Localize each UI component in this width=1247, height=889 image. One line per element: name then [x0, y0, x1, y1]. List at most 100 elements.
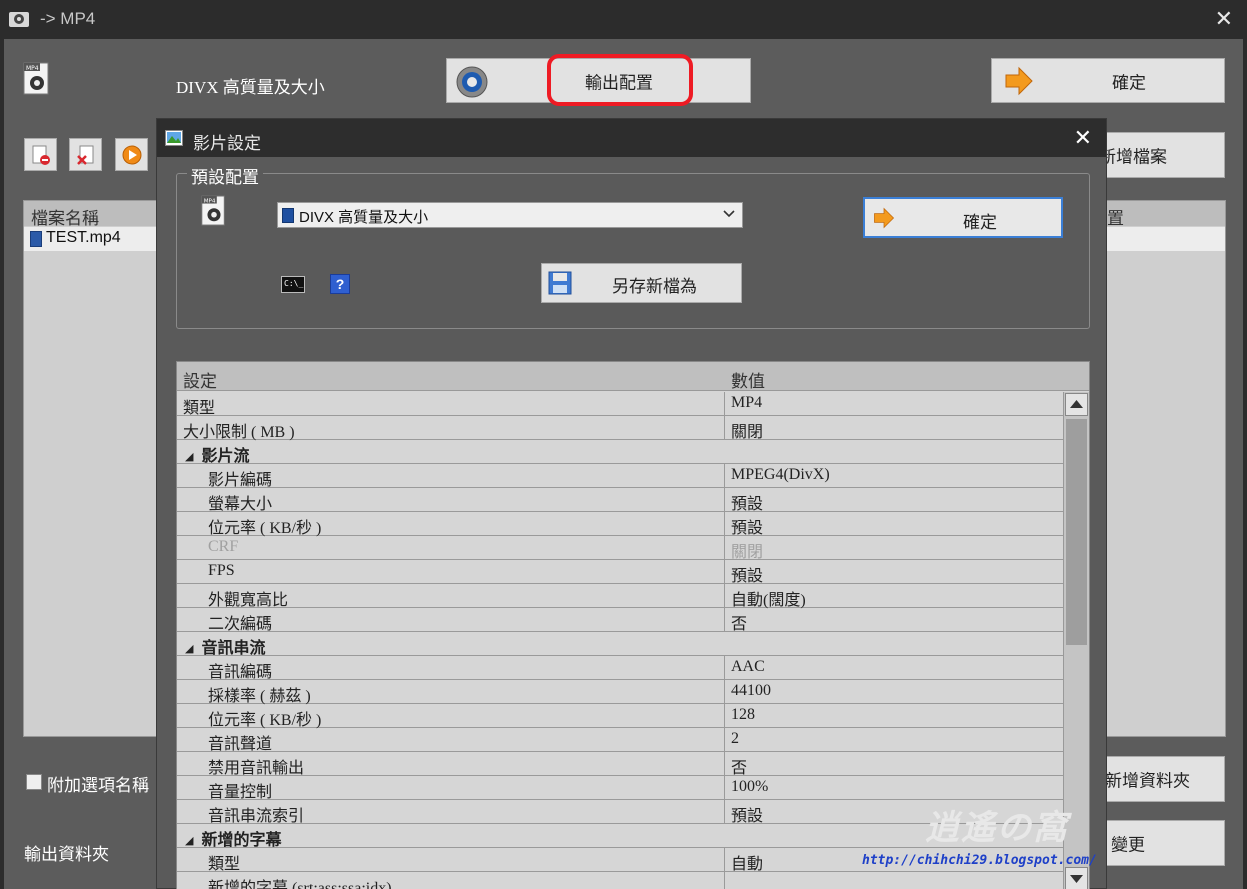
preset-group-label: 預設配置	[187, 163, 263, 188]
start-button[interactable]	[115, 138, 148, 171]
property-row[interactable]: 新增的字幕 (srt;ass;ssa;idx)	[177, 872, 1063, 889]
remove-button[interactable]	[24, 138, 57, 171]
watermark-logo: 逍遙の窩	[925, 809, 1069, 847]
property-section-row[interactable]: ◢ 音訊串流	[177, 632, 1063, 658]
property-value[interactable]: 44100	[731, 682, 771, 700]
property-row[interactable]: 2 音訊聲道	[177, 728, 1063, 753]
property-value[interactable]: MPEG4(DivX)	[731, 466, 830, 484]
property-name: CRF	[208, 538, 239, 555]
property-value[interactable]: AAC	[731, 658, 765, 676]
column-divider	[724, 872, 725, 889]
property-row[interactable]: MPEG4(DivX) 影片編碼	[177, 464, 1063, 489]
orange-arrow-icon	[874, 207, 895, 229]
command-line-icon[interactable]: C:\_	[281, 276, 305, 293]
dialog-close-icon[interactable]: ✕	[1074, 125, 1092, 151]
collapse-triangle-icon[interactable]: ◢	[185, 451, 193, 463]
app-icon	[9, 12, 29, 27]
property-value[interactable]: 自動(闊度)	[731, 586, 806, 610]
chevron-down-icon	[723, 210, 735, 218]
scroll-up-button[interactable]	[1065, 393, 1088, 416]
property-row[interactable]: 自動(闊度) 外觀寬高比	[177, 584, 1063, 610]
property-row[interactable]: 關閉 CRF	[177, 536, 1063, 562]
property-row[interactable]: 128 位元率 ( KB/秒 )	[177, 704, 1063, 729]
column-divider	[724, 848, 725, 872]
scroll-down-button[interactable]	[1065, 867, 1088, 889]
clear-list-button[interactable]	[69, 138, 102, 171]
append-option-label: 附加選項名稱	[47, 776, 149, 795]
property-value[interactable]: 預設	[731, 490, 763, 514]
property-row[interactable]: 預設 FPS	[177, 560, 1063, 586]
file-icon	[30, 231, 42, 247]
main-confirm-button[interactable]: 確定	[991, 58, 1225, 103]
dialog-confirm-button[interactable]: 確定	[863, 197, 1063, 238]
property-row[interactable]: 關閉 大小限制 ( MB )	[177, 416, 1063, 442]
orange-arrow-icon	[1005, 66, 1033, 96]
property-row[interactable]: 100% 音量控制	[177, 776, 1063, 801]
column-divider	[724, 584, 725, 608]
section-name: ◢ 新增的字幕	[185, 826, 281, 850]
property-name: 禁用音訊輸出	[208, 760, 305, 777]
red-highlight-annotation	[547, 54, 693, 106]
column-divider	[724, 464, 725, 488]
file-name-column-header[interactable]: 檔案名稱	[31, 204, 99, 229]
property-value[interactable]: 100%	[731, 778, 768, 796]
picture-icon	[165, 130, 183, 146]
property-value[interactable]: MP4	[731, 394, 762, 412]
add-file-button[interactable]: 新增檔案	[1090, 132, 1225, 178]
property-value[interactable]: 關閉	[731, 418, 763, 442]
main-titlebar: -> MP4 ✕	[0, 0, 1247, 39]
window-edge-right	[1243, 39, 1247, 889]
collapse-triangle-icon[interactable]: ◢	[185, 835, 193, 847]
add-folder-button[interactable]: 新增資料夾	[1090, 756, 1225, 802]
property-value[interactable]: 關閉	[731, 538, 763, 562]
property-row[interactable]: AAC 音訊編碼	[177, 656, 1063, 681]
collapse-triangle-icon[interactable]: ◢	[185, 643, 193, 655]
property-row[interactable]: 預設 位元率 ( KB/秒 )	[177, 512, 1063, 538]
window-close-icon[interactable]: ✕	[1215, 6, 1233, 32]
file-name: TEST.mp4	[46, 229, 121, 246]
column-divider	[724, 392, 725, 416]
property-name: 位元率 ( KB/秒 )	[208, 520, 322, 537]
property-value[interactable]: 預設	[731, 562, 763, 586]
dialog-confirm-label: 確定	[963, 213, 997, 232]
add-folder-label: 新增資料夾	[1105, 771, 1190, 791]
property-name: 音訊編碼	[208, 664, 273, 681]
property-name: 音訊串流索引	[208, 808, 305, 825]
mp4-format-icon: MP4	[23, 62, 49, 95]
property-name: 類型	[183, 400, 216, 417]
film-icon	[282, 208, 294, 223]
property-row[interactable]: 預設 螢幕大小	[177, 488, 1063, 514]
change-folder-label: 變更	[1111, 835, 1145, 855]
property-value[interactable]: 否	[731, 610, 747, 634]
property-name: 大小限制 ( MB )	[183, 424, 295, 441]
property-section-row[interactable]: ◢ 影片流	[177, 440, 1063, 465]
property-row[interactable]: MP4 類型	[177, 392, 1063, 417]
property-value[interactable]: 預設	[731, 802, 763, 826]
property-row[interactable]: 44100 採樣率 ( 赫茲 )	[177, 680, 1063, 705]
svg-text:MP4: MP4	[26, 65, 39, 72]
column-divider	[724, 704, 725, 728]
property-value[interactable]: 否	[731, 754, 747, 778]
property-row[interactable]: 否 禁用音訊輸出	[177, 752, 1063, 778]
append-option-checkbox[interactable]	[26, 774, 42, 790]
property-name: 二次編碼	[208, 616, 273, 633]
property-row[interactable]: 否 二次編碼	[177, 608, 1063, 634]
watermark-url: http://chihchi29.blogspot.com/	[862, 853, 1097, 868]
save-as-button[interactable]: 另存新檔為	[541, 263, 742, 303]
output-column-header[interactable]: 置	[1107, 204, 1124, 229]
output-folder-label: 輸出資料夾	[24, 845, 109, 864]
property-value[interactable]: 2	[731, 730, 739, 748]
section-name: ◢ 音訊串流	[185, 634, 265, 658]
column-divider	[724, 416, 725, 440]
property-value[interactable]: 預設	[731, 514, 763, 538]
change-folder-button[interactable]: 變更	[1090, 820, 1225, 866]
preset-select[interactable]: DIVX 高質量及大小	[277, 202, 743, 228]
property-value[interactable]: 128	[731, 706, 755, 724]
scroll-thumb[interactable]	[1066, 419, 1087, 645]
column-divider	[724, 488, 725, 512]
column-divider	[724, 680, 725, 704]
help-icon[interactable]: ?	[330, 274, 350, 294]
property-value[interactable]: 自動	[731, 850, 763, 874]
triangle-down-icon	[1070, 875, 1083, 883]
property-name: 新增的字幕 (srt;ass;ssa;idx)	[208, 880, 392, 889]
